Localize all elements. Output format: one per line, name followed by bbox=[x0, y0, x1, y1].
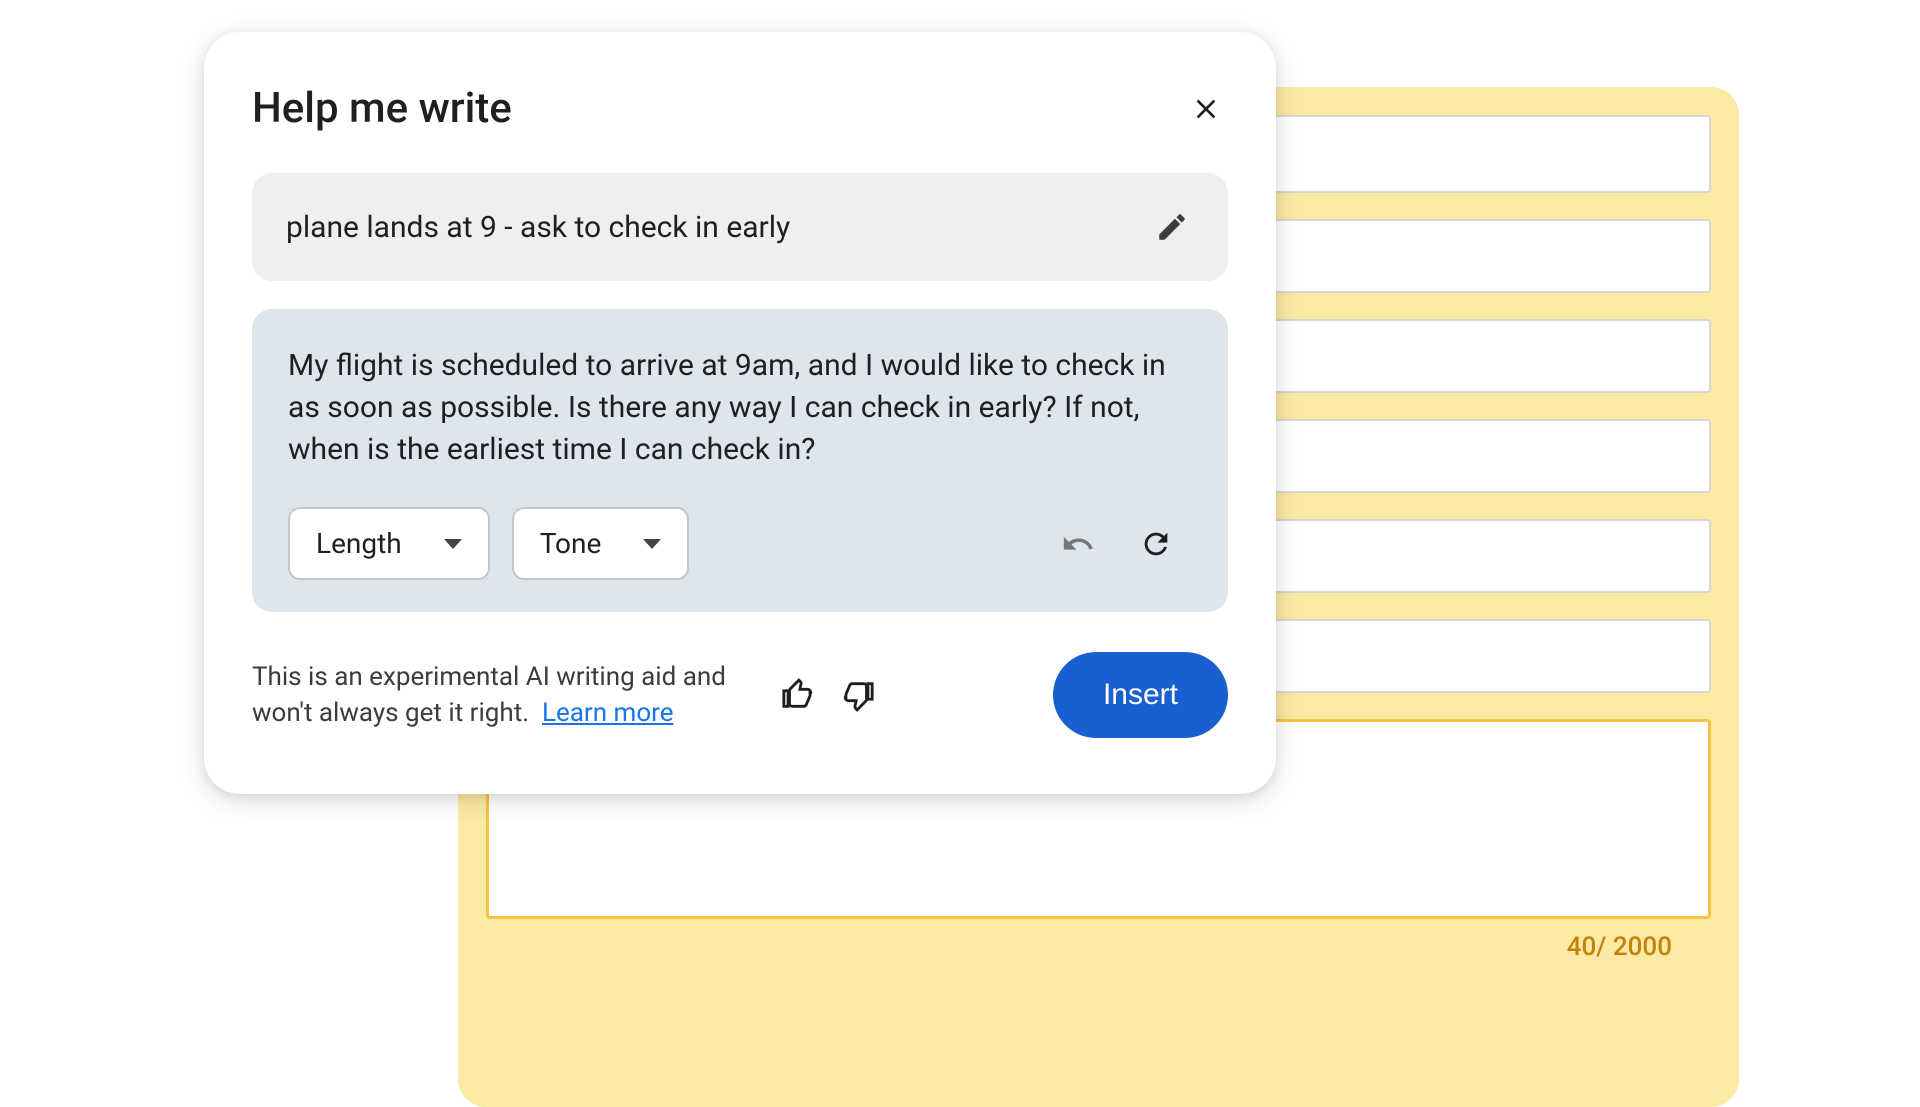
length-select[interactable]: Length bbox=[288, 507, 490, 580]
undo-icon bbox=[1061, 527, 1095, 561]
feedback-buttons bbox=[776, 673, 880, 717]
thumbs-down-icon bbox=[841, 678, 875, 712]
chevron-down-icon bbox=[643, 539, 661, 549]
prompt-text: plane lands at 9 - ask to check in early bbox=[286, 210, 790, 245]
edit-prompt-button[interactable] bbox=[1150, 205, 1194, 249]
tone-select[interactable]: Tone bbox=[512, 507, 690, 580]
refresh-icon bbox=[1139, 527, 1173, 561]
insert-button[interactable]: Insert bbox=[1053, 652, 1228, 738]
tone-label: Tone bbox=[540, 527, 602, 560]
modal-footer: This is an experimental AI writing aid a… bbox=[252, 652, 1228, 738]
thumbs-down-button[interactable] bbox=[836, 673, 880, 717]
char-counter: 40/ 2000 bbox=[1567, 932, 1672, 962]
learn-more-link[interactable]: Learn more bbox=[542, 698, 674, 728]
disclaimer-text: This is an experimental AI writing aid a… bbox=[252, 659, 752, 732]
thumbs-up-button[interactable] bbox=[776, 673, 820, 717]
close-button[interactable] bbox=[1184, 87, 1228, 131]
suggestion-box: My flight is scheduled to arrive at 9am,… bbox=[252, 309, 1228, 612]
thumbs-up-icon bbox=[781, 678, 815, 712]
length-label: Length bbox=[316, 527, 402, 560]
suggestion-text: My flight is scheduled to arrive at 9am,… bbox=[288, 345, 1192, 471]
help-me-write-modal: Help me write plane lands at 9 - ask to … bbox=[204, 32, 1276, 794]
chevron-down-icon bbox=[444, 539, 462, 549]
close-icon bbox=[1190, 93, 1222, 125]
prompt-box: plane lands at 9 - ask to check in early bbox=[252, 173, 1228, 281]
modal-header: Help me write bbox=[252, 84, 1228, 133]
pencil-icon bbox=[1155, 210, 1189, 244]
regen-actions bbox=[1056, 522, 1192, 566]
undo-button[interactable] bbox=[1056, 522, 1100, 566]
regenerate-button[interactable] bbox=[1134, 522, 1178, 566]
modal-title: Help me write bbox=[252, 84, 512, 133]
controls-row: Length Tone bbox=[288, 507, 1192, 580]
